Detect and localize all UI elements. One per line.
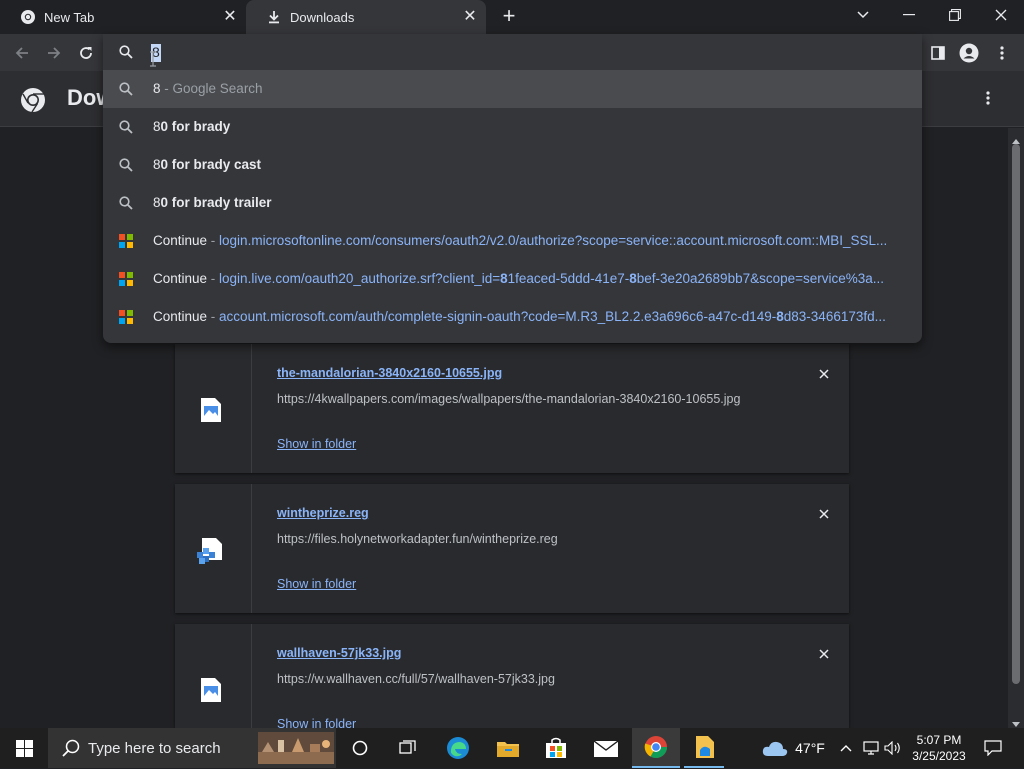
registry-file-icon bbox=[196, 538, 222, 564]
close-tab-icon[interactable]: ✕ bbox=[462, 9, 478, 25]
show-in-folder-link[interactable]: Show in folder bbox=[277, 577, 356, 591]
suggestion-text: Continue - account.microsoft.com/auth/co… bbox=[153, 309, 886, 324]
file-name-link[interactable]: wallhaven-57jk33.jpg bbox=[277, 646, 401, 660]
notifications-icon[interactable] bbox=[978, 728, 1008, 768]
remove-download-icon[interactable] bbox=[818, 367, 832, 381]
start-button[interactable] bbox=[0, 728, 48, 768]
microsoft-logo-icon bbox=[119, 272, 133, 286]
taskbar-search-box[interactable]: Type here to search bbox=[48, 728, 336, 768]
show-hidden-icons-chevron-icon[interactable] bbox=[836, 728, 856, 768]
suggestion-search[interactable]: 80 for brady bbox=[103, 108, 922, 146]
volume-icon[interactable] bbox=[882, 728, 904, 768]
tab-search-icon[interactable] bbox=[840, 0, 886, 30]
download-item: wintheprize.reg https://files.holynetwor… bbox=[175, 484, 849, 613]
microsoft-store-icon[interactable] bbox=[536, 728, 576, 768]
image-file-icon bbox=[201, 678, 221, 702]
suggestion-text: Continue - login.live.com/oauth20_author… bbox=[153, 271, 885, 286]
forward-button[interactable] bbox=[42, 41, 66, 65]
download-icon bbox=[266, 9, 282, 25]
download-item: the-mandalorian-3840x2160-10655.jpg http… bbox=[175, 344, 849, 473]
suggestion-text: 8 - Google Search bbox=[153, 81, 263, 96]
search-icon bbox=[119, 45, 133, 64]
scroll-thumb[interactable] bbox=[1012, 144, 1020, 684]
page-menu-icon[interactable] bbox=[986, 91, 990, 110]
tab-new-tab[interactable]: New Tab ✕ bbox=[0, 0, 246, 34]
windows-taskbar: Type here to search 47°F 5:07 PM 3/25/20… bbox=[0, 728, 1024, 768]
new-tab-button[interactable]: + bbox=[498, 5, 520, 28]
mail-icon[interactable] bbox=[586, 728, 626, 768]
download-icon-column bbox=[175, 624, 252, 728]
tab-downloads[interactable]: Downloads ✕ bbox=[246, 0, 486, 34]
profile-avatar[interactable] bbox=[957, 41, 981, 65]
page-scrollbar[interactable] bbox=[1008, 128, 1024, 728]
search-icon bbox=[119, 158, 133, 172]
edge-browser-icon[interactable] bbox=[438, 728, 478, 768]
image-file-icon bbox=[201, 398, 221, 422]
file-url: https://w.wallhaven.cc/full/57/wallhaven… bbox=[277, 672, 555, 686]
search-icon bbox=[119, 120, 133, 134]
reload-button[interactable] bbox=[74, 41, 98, 65]
side-panel-icon[interactable] bbox=[926, 41, 950, 65]
menu-kebab-icon[interactable] bbox=[990, 41, 1014, 65]
weather-cloud-icon[interactable] bbox=[760, 728, 790, 768]
omnibox-dropdown: 8 8 - Google Search 80 for brady 80 for … bbox=[103, 34, 922, 343]
file-manager-open-icon[interactable] bbox=[684, 728, 724, 768]
search-icon bbox=[62, 739, 80, 762]
suggestion-text: 80 for brady cast bbox=[153, 157, 262, 172]
search-highlight-image bbox=[258, 732, 334, 764]
close-window-button[interactable] bbox=[978, 0, 1024, 30]
minimize-button[interactable] bbox=[886, 0, 932, 30]
task-view-cortana-icon[interactable] bbox=[342, 728, 378, 768]
suggestion-text: 80 for brady bbox=[153, 119, 231, 134]
suggestion-history[interactable]: Continue - login.live.com/oauth20_author… bbox=[103, 260, 922, 298]
microsoft-logo-icon bbox=[119, 234, 133, 248]
suggestion-history[interactable]: Continue - account.microsoft.com/auth/co… bbox=[103, 298, 922, 336]
suggestion-history[interactable]: Continue - login.microsoftonline.com/con… bbox=[103, 222, 922, 260]
microsoft-logo-icon bbox=[119, 310, 133, 324]
file-name-link[interactable]: the-mandalorian-3840x2160-10655.jpg bbox=[277, 366, 502, 380]
clock-date: 3/25/2023 bbox=[912, 749, 966, 763]
file-name-link[interactable]: wintheprize.reg bbox=[277, 506, 369, 520]
back-button[interactable] bbox=[10, 41, 34, 65]
system-clock[interactable]: 5:07 PM 3/25/2023 bbox=[906, 732, 972, 764]
close-tab-icon[interactable]: ✕ bbox=[222, 9, 238, 25]
tab-title: New Tab bbox=[44, 9, 95, 25]
search-icon bbox=[119, 82, 133, 96]
file-url: https://files.holynetworkadapter.fun/win… bbox=[277, 532, 558, 546]
remove-download-icon[interactable] bbox=[818, 507, 832, 521]
suggestion-google-search[interactable]: 8 - Google Search bbox=[103, 70, 922, 108]
address-bar[interactable]: 8 bbox=[103, 34, 922, 70]
restore-button[interactable] bbox=[932, 0, 978, 30]
taskbar-search-placeholder: Type here to search bbox=[88, 739, 221, 757]
network-icon[interactable] bbox=[860, 728, 882, 768]
suggestion-text: 80 for brady trailer bbox=[153, 195, 272, 210]
chrome-taskbar-icon[interactable] bbox=[632, 728, 680, 768]
windows-logo-icon bbox=[15, 739, 33, 757]
clock-time: 5:07 PM bbox=[916, 733, 962, 747]
file-url: https://4kwallpapers.com/images/wallpape… bbox=[277, 392, 741, 406]
weather-temperature[interactable]: 47°F bbox=[792, 728, 828, 768]
tab-strip: New Tab ✕ Downloads ✕ + bbox=[0, 0, 1024, 34]
suggestion-text: Continue - login.microsoftonline.com/con… bbox=[153, 233, 888, 248]
suggestion-search[interactable]: 80 for brady trailer bbox=[103, 184, 922, 222]
file-explorer-icon[interactable] bbox=[488, 728, 528, 768]
show-in-folder-link[interactable]: Show in folder bbox=[277, 437, 356, 451]
suggestion-search[interactable]: 80 for brady cast bbox=[103, 146, 922, 184]
remove-download-icon[interactable] bbox=[818, 647, 832, 661]
search-icon bbox=[119, 196, 133, 210]
tab-title: Downloads bbox=[290, 9, 355, 25]
download-item: wallhaven-57jk33.jpg https://w.wallhaven… bbox=[175, 624, 849, 731]
text-cursor-icon bbox=[149, 51, 157, 72]
chrome-logo-icon bbox=[20, 87, 46, 113]
task-view-icon[interactable] bbox=[388, 728, 428, 768]
chrome-icon bbox=[20, 9, 36, 25]
